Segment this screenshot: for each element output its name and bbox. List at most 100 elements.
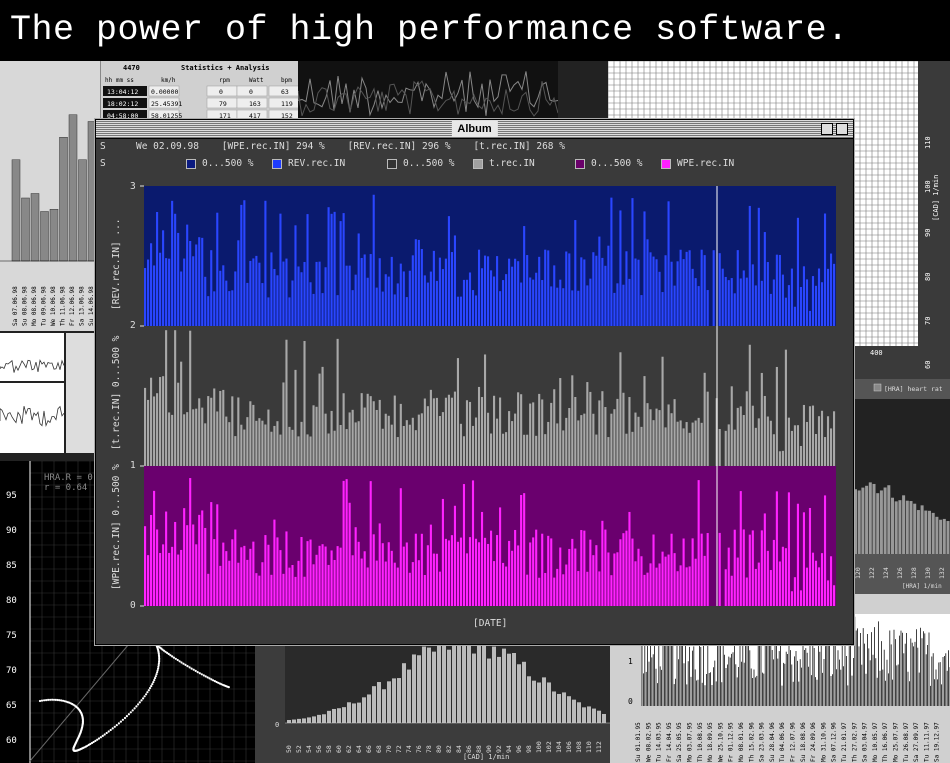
t-bar xyxy=(817,416,821,466)
t-bar xyxy=(258,418,261,466)
t-bar xyxy=(760,372,763,466)
t-bar xyxy=(378,399,381,466)
wpe-bar xyxy=(198,514,201,606)
rev-bar xyxy=(447,216,450,326)
wpe-bar xyxy=(429,524,432,606)
t-bar xyxy=(291,429,294,466)
right-ytick: 110 xyxy=(924,136,932,149)
t-bar xyxy=(562,430,565,466)
scatter-point xyxy=(153,679,156,682)
rev-bar xyxy=(207,296,210,326)
t-bar xyxy=(622,392,625,466)
wpe-bar xyxy=(282,573,285,606)
t-bar xyxy=(544,434,547,466)
wpe-bar xyxy=(420,533,423,606)
t-bar xyxy=(655,408,658,466)
album-window[interactable]: Album S We 02.09.98 [WPE.rec.IN] 294 % [… xyxy=(95,119,854,645)
t-bar xyxy=(465,400,469,466)
rev-bar xyxy=(580,257,583,326)
rev-bar xyxy=(742,270,745,326)
rev-bar xyxy=(517,261,520,326)
bottom-right-ytick: 1 xyxy=(628,657,633,666)
wpe-bar xyxy=(459,537,463,606)
histogram-bar xyxy=(357,702,361,723)
rev-bar xyxy=(189,240,192,326)
rev-bar xyxy=(586,285,589,326)
wpe-bar xyxy=(396,567,399,606)
wpe-bar xyxy=(751,530,754,606)
t-bar xyxy=(435,397,438,466)
t-bar xyxy=(811,405,815,466)
t-bar xyxy=(147,399,150,466)
rev-bar xyxy=(486,256,490,326)
right-ytick: 90 xyxy=(924,229,932,237)
histogram-bar xyxy=(377,682,381,723)
t-bar xyxy=(664,427,667,466)
rev-bar xyxy=(180,271,183,326)
scatter-point xyxy=(148,687,152,690)
wpe-bar xyxy=(237,562,240,606)
wpe-bar xyxy=(438,571,441,606)
scatter-point xyxy=(113,725,116,728)
rev-bar xyxy=(820,282,824,326)
wpe-bar xyxy=(517,545,520,606)
wpe-bar xyxy=(736,557,739,606)
t-bar xyxy=(153,396,156,466)
wpe-bar xyxy=(441,498,444,606)
t-bar xyxy=(679,420,682,466)
rev-bar xyxy=(799,287,803,326)
rev-bar xyxy=(477,249,481,326)
t-bar xyxy=(796,425,799,466)
t-bar xyxy=(225,416,228,466)
t-bar xyxy=(414,430,417,466)
histogram-bar xyxy=(427,647,431,723)
rev-bar xyxy=(483,255,487,326)
rev-bar xyxy=(312,293,315,326)
t-bar xyxy=(598,400,601,466)
rev-bar xyxy=(781,274,784,326)
wpe-bar xyxy=(544,573,547,606)
wpe-bar xyxy=(435,553,438,606)
t-bar xyxy=(309,436,312,466)
wpe-bar xyxy=(276,537,279,606)
rev-bar xyxy=(778,254,781,326)
rev-bar xyxy=(345,265,348,326)
histogram-bar xyxy=(392,678,396,723)
histogram-xtick: 64 xyxy=(355,745,363,753)
wpe-bar xyxy=(559,547,562,606)
stats-cell: 63 xyxy=(281,88,289,96)
scatter-point xyxy=(138,701,141,704)
rev-bar xyxy=(829,253,833,326)
right-ytick: 70 xyxy=(924,317,932,325)
rev-bar xyxy=(631,198,634,326)
t-bar xyxy=(637,416,640,466)
histogram-bar xyxy=(487,658,491,723)
t-bar xyxy=(703,372,706,466)
t-bar xyxy=(745,391,748,466)
y-tick-0: 0 xyxy=(130,600,136,611)
rev-bar xyxy=(559,279,562,326)
left-bar-chart-panel: Sa 07.06.98 Su 08.06.98 Mo 08.06.98 Tu 09.0… xyxy=(0,61,100,331)
histogram-bar xyxy=(327,710,331,723)
t-bar xyxy=(201,407,204,466)
wpe-bar xyxy=(700,533,703,606)
scatter-ytick: 70 xyxy=(6,666,17,676)
right-mid-bar xyxy=(861,487,865,554)
rev-bar xyxy=(429,271,432,326)
wpe-bar xyxy=(222,542,225,606)
t-bar xyxy=(787,417,790,466)
t-bar xyxy=(661,356,664,466)
left-date-label: Th 11.06.98 xyxy=(60,286,67,326)
bottom-histogram: 0 50 52 54 56 58 60 62 64 66 68 70 72 74 76 78 80 82 84 86 8… xyxy=(275,641,610,761)
wpe-bar xyxy=(565,564,568,606)
bottom-right-ytick: 0 xyxy=(628,697,633,706)
right-mid-bar xyxy=(902,495,906,554)
wpe-bar xyxy=(144,526,147,606)
wpe-bar xyxy=(631,538,634,606)
wpe-bar xyxy=(258,575,261,606)
wpe-bar xyxy=(204,527,207,606)
t-bar xyxy=(318,373,321,466)
album-bar-chart[interactable] xyxy=(96,120,853,644)
rev-bar xyxy=(384,274,387,326)
rev-bar xyxy=(159,252,162,326)
